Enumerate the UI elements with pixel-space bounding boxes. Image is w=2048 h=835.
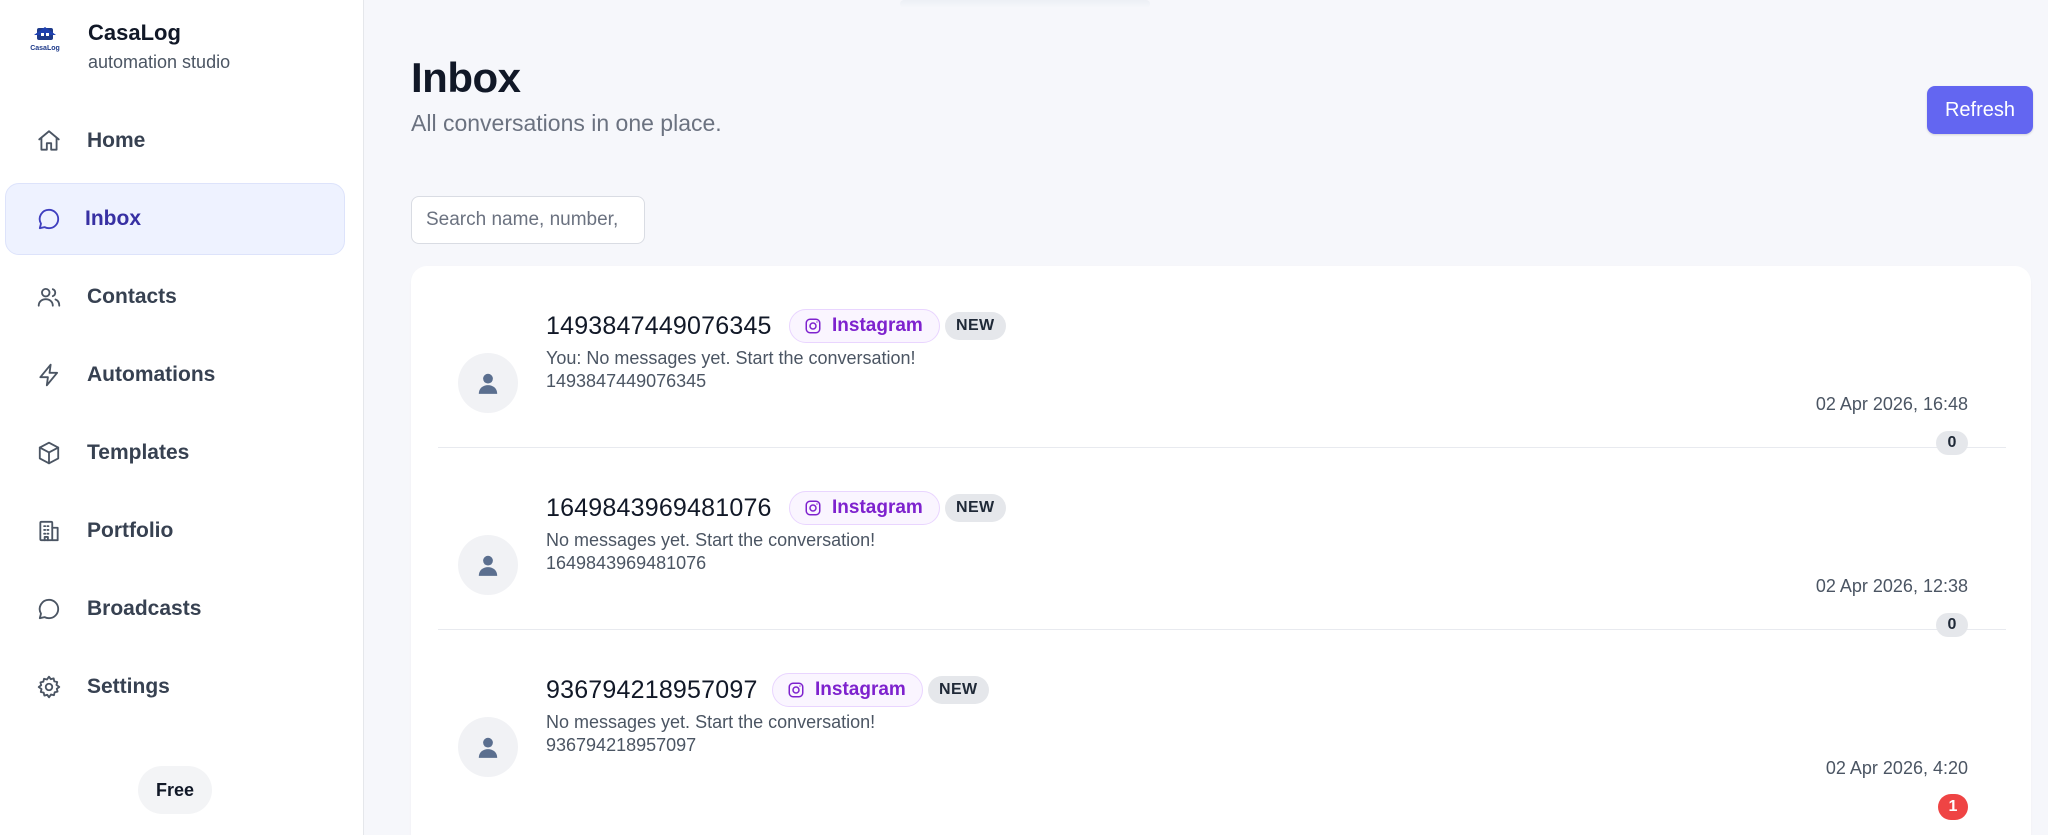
sidebar-item-label: Home bbox=[87, 129, 146, 152]
sidebar-item-label: Settings bbox=[87, 675, 170, 698]
brand-subtitle: automation studio bbox=[88, 52, 231, 72]
search-input[interactable] bbox=[411, 196, 645, 244]
channel-chip-instagram: Instagram bbox=[772, 673, 923, 707]
channel-label: Instagram bbox=[832, 497, 923, 518]
home-icon bbox=[35, 127, 63, 155]
conversation-list: 1493847449076345 Instagram NEW You: No m… bbox=[411, 266, 2031, 835]
brand[interactable]: CasaLog CasaLog automation studio bbox=[30, 20, 230, 74]
sidebar-item-label: Broadcasts bbox=[87, 597, 202, 620]
contact-handle: 1649843969481076 bbox=[546, 553, 707, 573]
sidebar-item-portfolio[interactable]: Portfolio bbox=[5, 495, 345, 567]
sidebar-item-label: Contacts bbox=[87, 285, 177, 308]
unread-count-badge: 1 bbox=[1938, 794, 1968, 820]
user-silhouette-icon bbox=[478, 555, 498, 576]
sidebar-item-home[interactable]: Home bbox=[5, 105, 345, 177]
conversation-row[interactable]: 1649843969481076 Instagram NEW No messag… bbox=[438, 448, 2006, 637]
building-icon bbox=[35, 517, 63, 545]
instagram-icon bbox=[788, 682, 804, 698]
refresh-button[interactable]: Refresh bbox=[1927, 86, 2033, 134]
sidebar-item-templates[interactable]: Templates bbox=[5, 417, 345, 489]
users-icon bbox=[35, 283, 63, 311]
lightning-icon bbox=[35, 361, 63, 389]
status-badge: NEW bbox=[928, 676, 989, 704]
conversation-row[interactable]: 936794218957097 Instagram NEW No message… bbox=[438, 630, 2006, 820]
channel-chip-instagram: Instagram bbox=[789, 491, 940, 525]
gear-icon bbox=[35, 673, 63, 701]
contact-handle: 936794218957097 bbox=[546, 735, 697, 755]
timestamp: 02 Apr 2026, 16:48 bbox=[1815, 394, 1968, 414]
instagram-icon bbox=[805, 500, 821, 516]
channel-chip-instagram: Instagram bbox=[789, 309, 940, 343]
sidebar-item-label: Automations bbox=[87, 363, 216, 386]
brand-name: CasaLog bbox=[88, 20, 181, 45]
user-silhouette-icon bbox=[478, 373, 498, 394]
page-title: Inbox bbox=[411, 54, 521, 101]
contact-name: 936794218957097 bbox=[546, 676, 758, 704]
chat-bubble-icon bbox=[35, 205, 63, 233]
sidebar-item-settings[interactable]: Settings bbox=[5, 651, 345, 723]
avatar bbox=[458, 717, 518, 777]
casalog-logo-icon: CasaLog bbox=[30, 27, 60, 52]
message-preview: You: No messages yet. Start the conversa… bbox=[546, 348, 916, 368]
sidebar: CasaLog CasaLog automation studio Home I… bbox=[0, 0, 364, 835]
channel-label: Instagram bbox=[832, 315, 923, 336]
timestamp: 02 Apr 2026, 12:38 bbox=[1815, 576, 1968, 596]
timestamp: 02 Apr 2026, 4:20 bbox=[1825, 758, 1968, 778]
message-preview: No messages yet. Start the conversation! bbox=[546, 712, 876, 732]
user-silhouette-icon bbox=[478, 737, 498, 758]
sidebar-item-broadcasts[interactable]: Broadcasts bbox=[5, 573, 345, 645]
contact-name: 1649843969481076 bbox=[546, 494, 772, 522]
avatar bbox=[458, 353, 518, 413]
avatar bbox=[458, 535, 518, 595]
instagram-icon bbox=[805, 318, 821, 334]
logo-text: CasaLog bbox=[30, 45, 60, 52]
contact-name: 1493847449076345 bbox=[546, 312, 772, 340]
sidebar-item-automations[interactable]: Automations bbox=[5, 339, 345, 411]
box-icon bbox=[35, 439, 63, 467]
sidebar-item-inbox[interactable]: Inbox bbox=[5, 183, 345, 255]
sidebar-item-label: Portfolio bbox=[87, 519, 174, 542]
page-subtitle: All conversations in one place. bbox=[411, 110, 722, 136]
channel-label: Instagram bbox=[815, 679, 906, 700]
message-preview: No messages yet. Start the conversation! bbox=[546, 530, 876, 550]
conversation-row[interactable]: 1493847449076345 Instagram NEW You: No m… bbox=[438, 266, 2006, 455]
contact-handle: 1493847449076345 bbox=[546, 371, 707, 391]
sidebar-nav: Home Inbox Contacts Automations Template… bbox=[5, 105, 345, 729]
sidebar-item-contacts[interactable]: Contacts bbox=[5, 261, 345, 333]
status-badge: NEW bbox=[945, 312, 1006, 340]
chat-bubble-icon bbox=[35, 595, 63, 623]
sidebar-item-label: Inbox bbox=[85, 207, 141, 230]
sidebar-item-label: Templates bbox=[87, 441, 190, 464]
plan-badge[interactable]: Free bbox=[138, 766, 212, 814]
top-scroll-hint bbox=[900, 0, 1150, 8]
status-badge: NEW bbox=[945, 494, 1006, 522]
